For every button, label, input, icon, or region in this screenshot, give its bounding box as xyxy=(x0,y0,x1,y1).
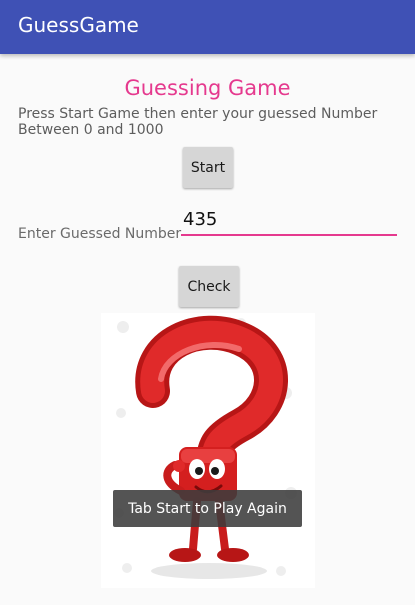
start-button[interactable]: Start xyxy=(183,147,233,188)
app-title: GuessGame xyxy=(18,13,139,37)
guess-label: Enter Guessed Number xyxy=(18,226,182,242)
instructions-text: Press Start Game then enter your guessed… xyxy=(18,106,378,138)
check-button[interactable]: Check xyxy=(179,266,239,307)
guess-input[interactable] xyxy=(181,204,397,236)
question-mark-mascot-image xyxy=(101,313,315,588)
toast-message: Tab Start to Play Again xyxy=(113,490,302,527)
app-bar: GuessGame xyxy=(0,0,415,54)
question-mark-mascot-icon xyxy=(114,315,297,579)
game-title: Guessing Game xyxy=(124,76,291,100)
